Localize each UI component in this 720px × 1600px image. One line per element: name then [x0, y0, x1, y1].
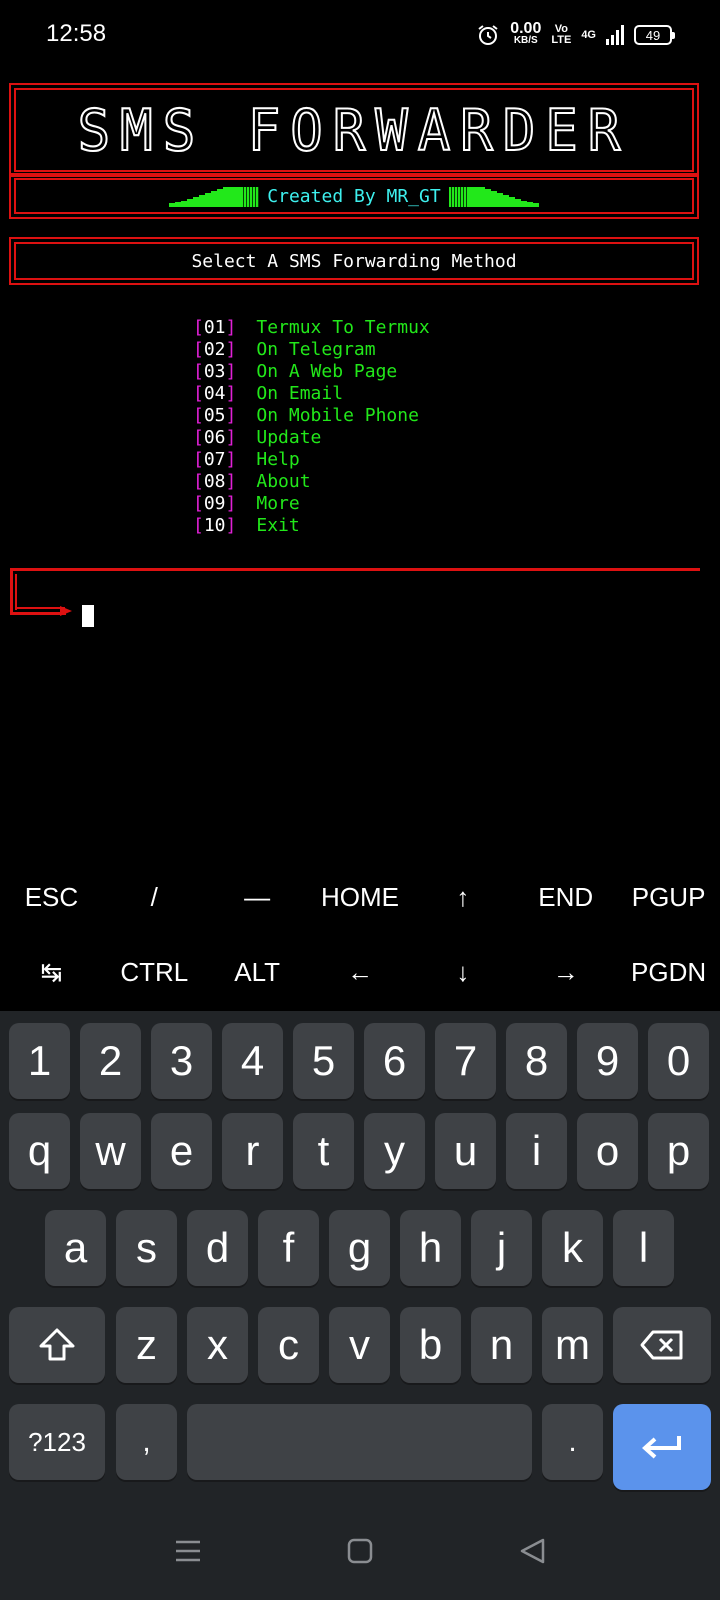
- key-n[interactable]: n: [471, 1307, 532, 1383]
- key-c[interactable]: c: [258, 1307, 319, 1383]
- back-icon[interactable]: [518, 1536, 548, 1566]
- wave-right-decoration: [448, 185, 539, 207]
- key-i[interactable]: i: [506, 1113, 567, 1189]
- shift-key[interactable]: [9, 1307, 105, 1383]
- key-y[interactable]: y: [364, 1113, 425, 1189]
- alt-key[interactable]: ALT: [206, 935, 309, 1010]
- key-r[interactable]: r: [222, 1113, 283, 1189]
- key-o[interactable]: o: [577, 1113, 638, 1189]
- key-m[interactable]: m: [542, 1307, 603, 1383]
- pgdn-key[interactable]: PGDN: [617, 935, 720, 1010]
- prompt-arrow-icon: [60, 606, 72, 616]
- key-k[interactable]: k: [542, 1210, 603, 1286]
- slash-key[interactable]: /: [103, 860, 206, 935]
- banner-title: SMS FORWARDER: [77, 96, 631, 164]
- terminal-cursor[interactable]: [82, 605, 94, 627]
- status-icons: 0.00 KB/S Vo LTE 4G 49: [476, 20, 675, 50]
- down-arrow-key[interactable]: ↓: [411, 935, 514, 1010]
- ctrl-key[interactable]: CTRL: [103, 935, 206, 1010]
- battery-icon: 49: [634, 25, 675, 45]
- end-key[interactable]: END: [514, 860, 617, 935]
- home-key[interactable]: HOME: [309, 860, 412, 935]
- key-u[interactable]: u: [435, 1113, 496, 1189]
- menu-item[interactable]: [02] On Telegram: [193, 338, 430, 360]
- credit-box: Created By MR_GT: [9, 173, 699, 219]
- key-1[interactable]: 1: [9, 1023, 70, 1099]
- signal-icon: [606, 25, 624, 45]
- key-4[interactable]: 4: [222, 1023, 283, 1099]
- key-3[interactable]: 3: [151, 1023, 212, 1099]
- key-8[interactable]: 8: [506, 1023, 567, 1099]
- key-b[interactable]: b: [400, 1307, 461, 1383]
- esc-key[interactable]: ESC: [0, 860, 103, 935]
- key-q[interactable]: q: [9, 1113, 70, 1189]
- key-v[interactable]: v: [329, 1307, 390, 1383]
- backspace-key[interactable]: [613, 1307, 711, 1383]
- key-a[interactable]: a: [45, 1210, 106, 1286]
- space-key[interactable]: [187, 1404, 532, 1480]
- menu-item[interactable]: [09] More: [193, 492, 430, 514]
- credit-text: Created By MR_GT: [267, 185, 441, 207]
- comma-key[interactable]: ,: [116, 1404, 177, 1480]
- menu-item[interactable]: [08] About: [193, 470, 430, 492]
- volte-indicator: Vo LTE: [551, 23, 572, 46]
- key-g[interactable]: g: [329, 1210, 390, 1286]
- status-bar: 12:58 0.00 KB/S Vo LTE 4G 49: [0, 0, 720, 72]
- method-heading-box: Select A SMS Forwarding Method: [9, 237, 699, 285]
- key-t[interactable]: t: [293, 1113, 354, 1189]
- key-9[interactable]: 9: [577, 1023, 638, 1099]
- key-d[interactable]: d: [187, 1210, 248, 1286]
- backspace-icon: [640, 1330, 683, 1360]
- key-p[interactable]: p: [648, 1113, 709, 1189]
- wave-left-decoration: [169, 185, 260, 207]
- clock: 12:58: [46, 20, 107, 47]
- key-x[interactable]: x: [187, 1307, 248, 1383]
- key-h[interactable]: h: [400, 1210, 461, 1286]
- left-arrow-key[interactable]: ←: [309, 935, 412, 1010]
- key-f[interactable]: f: [258, 1210, 319, 1286]
- period-key[interactable]: .: [542, 1404, 603, 1480]
- enter-key[interactable]: [613, 1404, 711, 1490]
- method-menu: [01] Termux To Termux [02] On Telegram [03…: [193, 316, 430, 536]
- key-5[interactable]: 5: [293, 1023, 354, 1099]
- dash-key[interactable]: —: [206, 860, 309, 935]
- key-e[interactable]: e: [151, 1113, 212, 1189]
- key-j[interactable]: j: [471, 1210, 532, 1286]
- key-z[interactable]: z: [116, 1307, 177, 1383]
- extra-keys-bar: ESC / — HOME ↑ END PGUP ↹ CTRL ALT ← ↓ →…: [0, 860, 720, 1010]
- tab-key[interactable]: ↹: [0, 935, 103, 1010]
- shift-icon: [39, 1328, 75, 1361]
- key-6[interactable]: 6: [364, 1023, 425, 1099]
- key-l[interactable]: l: [613, 1210, 674, 1286]
- network-type: 4G: [581, 29, 596, 41]
- pgup-key[interactable]: PGUP: [617, 860, 720, 935]
- enter-icon: [642, 1436, 681, 1459]
- right-arrow-key[interactable]: →: [514, 935, 617, 1010]
- menu-item[interactable]: [07] Help: [193, 448, 430, 470]
- menu-item[interactable]: [01] Termux To Termux: [193, 316, 430, 338]
- method-heading: Select A SMS Forwarding Method: [191, 250, 517, 272]
- menu-item[interactable]: [06] Update: [193, 426, 430, 448]
- menu-item[interactable]: [03] On A Web Page: [193, 360, 430, 382]
- banner-box: SMS FORWARDER: [9, 83, 699, 177]
- menu-item[interactable]: [05] On Mobile Phone: [193, 404, 430, 426]
- key-0[interactable]: 0: [648, 1023, 709, 1099]
- home-icon[interactable]: [345, 1536, 375, 1566]
- symbols-key[interactable]: ?123: [9, 1404, 105, 1480]
- key-2[interactable]: 2: [80, 1023, 141, 1099]
- menu-icon[interactable]: [173, 1536, 203, 1566]
- menu-item[interactable]: [10] Exit: [193, 514, 430, 536]
- key-w[interactable]: w: [80, 1113, 141, 1189]
- alarm-icon: [478, 25, 498, 45]
- menu-item[interactable]: [04] On Email: [193, 382, 430, 404]
- key-s[interactable]: s: [116, 1210, 177, 1286]
- network-speed: 0.00 KB/S: [510, 20, 542, 47]
- key-7[interactable]: 7: [435, 1023, 496, 1099]
- up-arrow-key[interactable]: ↑: [411, 860, 514, 935]
